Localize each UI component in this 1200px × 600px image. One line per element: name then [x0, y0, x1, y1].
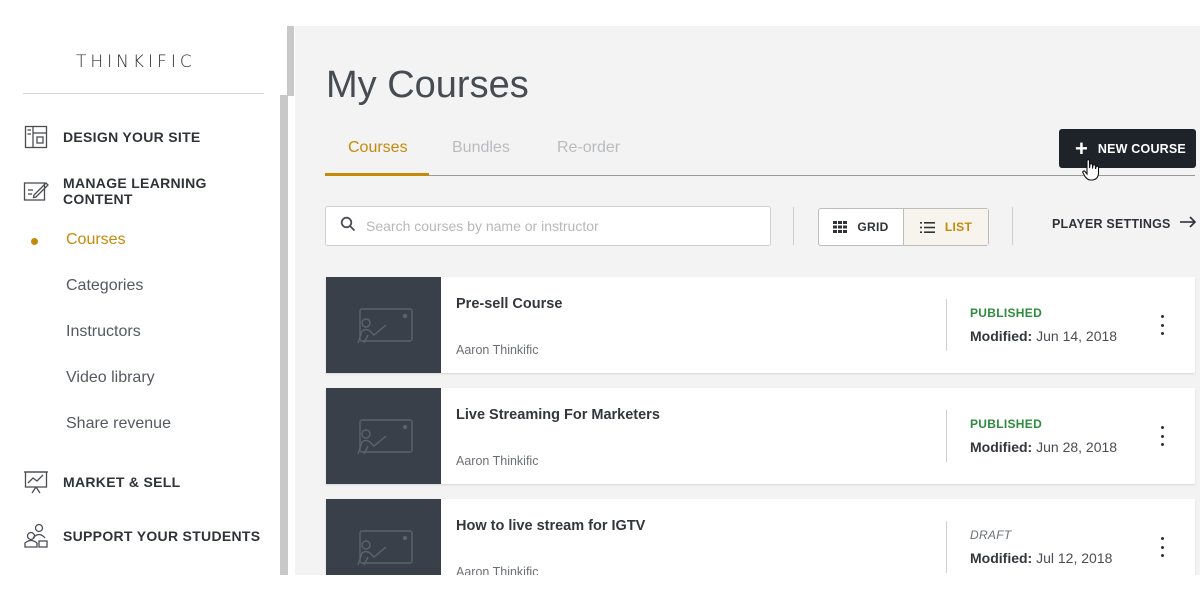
nav-market-and-sell[interactable]: MARKET & SELL — [23, 468, 180, 496]
main-content: My Courses Courses Bundles Re-order + NE… — [295, 26, 1200, 575]
more-options-icon[interactable] — [1156, 537, 1168, 557]
course-thumbnail — [326, 388, 441, 484]
list-icon — [919, 221, 935, 233]
course-title[interactable]: Live Streaming For Marketers — [456, 407, 660, 423]
modified-date-value: Jul 12, 2018 — [1036, 550, 1113, 566]
player-settings-label: PLAYER SETTINGS — [1052, 216, 1171, 231]
course-author: Aaron Thinkific — [456, 565, 539, 575]
modified-label: Modified: — [970, 328, 1033, 344]
sidebar: THINKIFIC DESIGN YOUR SITE MANAGE LEARNI… — [0, 0, 280, 575]
card-divider — [946, 410, 947, 462]
users-icon — [23, 523, 49, 549]
view-toggle: GRID LIST — [818, 208, 989, 246]
grid-view-button[interactable]: GRID — [819, 209, 904, 245]
search-icon — [340, 216, 356, 237]
sidebar-item-share-revenue[interactable]: Share revenue — [66, 415, 171, 433]
toolbar-divider — [1012, 207, 1013, 245]
nav-section-label: SUPPORT YOUR STUDENTS — [63, 528, 261, 544]
tab-courses[interactable]: Courses — [325, 138, 429, 176]
modified-label: Modified: — [970, 439, 1033, 455]
status-badge: PUBLISHED — [970, 417, 1043, 431]
modified-date: Modified: Jun 14, 2018 — [970, 328, 1117, 344]
app-window: THINKIFIC DESIGN YOUR SITE MANAGE LEARNI… — [0, 0, 1200, 600]
sidebar-scrollbar-top — [287, 26, 294, 96]
status-badge: PUBLISHED — [970, 306, 1043, 320]
sidebar-item-video-library[interactable]: Video library — [66, 369, 155, 387]
player-settings-link[interactable]: PLAYER SETTINGS — [1052, 216, 1197, 231]
nav-section-label: DESIGN YOUR SITE — [63, 129, 201, 145]
nav-design-your-site[interactable]: DESIGN YOUR SITE — [23, 123, 201, 151]
grid-label: GRID — [857, 220, 889, 234]
edit-content-icon — [23, 178, 49, 204]
search-input[interactable] — [366, 218, 746, 234]
active-indicator — [31, 238, 38, 245]
course-thumbnail — [326, 499, 441, 575]
sidebar-item-courses[interactable]: Courses — [66, 231, 126, 249]
sidebar-item-categories[interactable]: Categories — [66, 277, 143, 295]
modified-label: Modified: — [970, 550, 1033, 566]
plus-icon: + — [1075, 135, 1088, 161]
tab-bundles[interactable]: Bundles — [452, 138, 510, 176]
modified-date: Modified: Jun 28, 2018 — [970, 439, 1117, 455]
list-view-button[interactable]: LIST — [904, 209, 988, 245]
new-course-label: NEW COURSE — [1097, 141, 1186, 156]
more-options-icon[interactable] — [1156, 315, 1168, 335]
card-divider — [946, 299, 947, 351]
card-divider — [946, 521, 947, 573]
status-badge: DRAFT — [970, 528, 1012, 542]
course-card[interactable]: How to live stream for IGTV Aaron Thinki… — [326, 499, 1195, 575]
layout-icon — [23, 124, 49, 150]
modified-date-value: Jun 14, 2018 — [1036, 328, 1118, 344]
nav-section-label: MANAGE LEARNING CONTENT — [63, 175, 207, 207]
sidebar-item-instructors[interactable]: Instructors — [66, 323, 141, 341]
course-author: Aaron Thinkific — [456, 343, 539, 357]
logo-divider — [23, 93, 264, 94]
modified-date-value: Jun 28, 2018 — [1036, 439, 1118, 455]
search-box[interactable] — [325, 206, 771, 246]
presentation-icon — [356, 419, 413, 455]
new-course-button[interactable]: + NEW COURSE — [1059, 129, 1196, 168]
thinkific-logo[interactable]: THINKIFIC — [76, 52, 196, 72]
course-author: Aaron Thinkific — [456, 454, 539, 468]
list-label: LIST — [944, 220, 973, 234]
nav-section-label: MARKET & SELL — [63, 474, 181, 490]
course-card[interactable]: Pre-sell Course Aaron Thinkific PUBLISHE… — [326, 277, 1195, 373]
page-title: My Courses — [326, 64, 529, 106]
course-card[interactable]: Live Streaming For Marketers Aaron Think… — [326, 388, 1195, 484]
nav-manage-learning-content[interactable]: MANAGE LEARNING CONTENT — [23, 175, 280, 207]
course-title[interactable]: Pre-sell Course — [456, 296, 562, 312]
tab-re-order[interactable]: Re-order — [557, 138, 620, 176]
hand-pointer-icon — [1082, 159, 1100, 186]
presentation-icon — [356, 308, 413, 344]
course-title[interactable]: How to live stream for IGTV — [456, 518, 645, 534]
presentation-icon — [356, 530, 413, 566]
chart-board-icon — [23, 469, 49, 495]
toolbar-divider — [793, 207, 794, 245]
sidebar-scrollbar[interactable] — [280, 95, 288, 575]
more-options-icon[interactable] — [1156, 426, 1168, 446]
grid-icon — [833, 221, 848, 233]
modified-date: Modified: Jul 12, 2018 — [970, 550, 1112, 566]
nav-support-your-students[interactable]: SUPPORT YOUR STUDENTS — [23, 522, 260, 550]
arrow-right-icon — [1179, 216, 1197, 231]
course-thumbnail — [326, 277, 441, 373]
